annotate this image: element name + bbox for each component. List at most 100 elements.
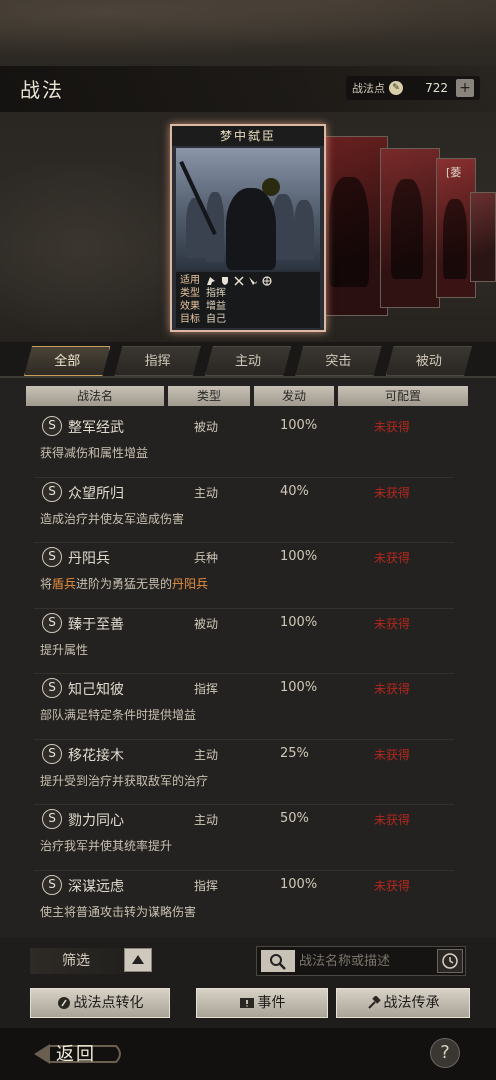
trigger-rate: 100% (280, 876, 318, 892)
search-box (256, 946, 466, 976)
tactic-row[interactable]: S 整军经武 被动 100% 未获得获得减伤和属性增益 (34, 412, 454, 478)
add-points-button[interactable]: + (456, 79, 474, 97)
tactic-row[interactable]: S 丹阳兵 兵种 100% 未获得 将盾兵进阶为勇猛无畏的丹阳兵 (34, 543, 454, 609)
trigger-rate: 100% (280, 418, 318, 433)
featured-tactic-card[interactable]: 梦中弑臣 适用 类型 指挥 效果 增益 目标 自己 (170, 124, 326, 332)
col-header-rate[interactable]: 发动 (254, 386, 334, 406)
trigger-rate: 100% (280, 614, 318, 630)
tactic-type: 兵种 (194, 551, 219, 565)
convert-points-button[interactable]: 战法点转化 (30, 988, 170, 1018)
tactic-description: 使主将普通攻击转为谋略伤害 (40, 904, 197, 919)
obtain-status: 未获得 (374, 682, 411, 696)
obtain-status: 未获得 (374, 420, 411, 434)
trigger-rate: 25% (280, 745, 309, 761)
tactic-row[interactable]: S 臻于至善 被动 100% 未获得 提升属性 (34, 609, 454, 674)
clock-icon (442, 953, 458, 969)
spear-icon (249, 276, 257, 285)
tactic-description: 获得减伤和属性增益 (40, 446, 149, 460)
obtain-status: 未获得 (374, 616, 411, 631)
tactic-type: 指挥 (194, 682, 219, 696)
tab-assault[interactable]: 突击 (295, 346, 381, 376)
featured-card-title: 梦中弑臣 (172, 126, 324, 146)
side-card-tag: [萎 (446, 166, 462, 179)
info-row-effect: 效果 增益 (180, 301, 226, 312)
tactic-row[interactable]: S 勠力同心 主动 50% 未获得治疗我军并使其统率提升 (34, 805, 454, 871)
tactic-name: 整军经武 (68, 420, 124, 436)
points-label: 战法点 (352, 82, 385, 95)
tactic-row[interactable]: S 深谋远虑 指挥 100% 未获得使主将普通攻击转为谋略伤害 (34, 871, 454, 933)
obtain-status: 未获得 (374, 485, 411, 500)
tactic-name: 丹阳兵 (68, 551, 110, 567)
filter-toggle-button[interactable] (124, 948, 152, 972)
tactic-rows[interactable]: S 整军经武 被动 100% 未获得 获得减伤和属性增益 S 众望所归 主动 40% 未获得 造成治疗… (34, 412, 454, 932)
page-title: 战法 (20, 78, 64, 102)
info-row-target: 目标 自己 (180, 314, 226, 325)
filter-label: 筛选 (30, 948, 126, 974)
tactic-card-next-1[interactable] (318, 136, 388, 316)
tactic-point-icon: ✎ (389, 81, 403, 95)
points-value: 722 (425, 81, 448, 95)
info-row-type: 类型 指挥 (180, 288, 226, 299)
tactic-point-icon (57, 997, 70, 1009)
back-button[interactable]: 返回 (32, 1038, 128, 1070)
tactic-description: 提升属性 (40, 642, 89, 657)
tactic-name: 移花接木 (68, 747, 124, 764)
grade-s-badge: S (42, 416, 62, 436)
tactic-type: 主动 (194, 485, 219, 500)
history-button[interactable] (437, 949, 463, 973)
featured-card-info: 适用 类型 指挥 效果 增益 目标 自己 (176, 272, 320, 328)
obtain-status: 未获得 (374, 747, 411, 762)
tactic-name: 勠力同心 (68, 813, 124, 829)
tactic-name: 众望所归 (68, 485, 124, 502)
col-header-configurable[interactable]: 可配置 (338, 386, 468, 406)
obtain-status: 未获得 (374, 813, 411, 827)
tab-passive[interactable]: 被动 (386, 346, 472, 376)
search-button[interactable] (261, 950, 295, 972)
wheel-icon (262, 275, 272, 286)
filter-bar: 筛选 战法点转化 事件 战法传承 (0, 938, 496, 1028)
tactic-description: 提升受到治疗并获取敌军的治疗 (40, 773, 209, 788)
tactic-description: 治疗我军并使其统率提升 (40, 839, 173, 853)
tactic-row[interactable]: S 知己知彼 指挥 100% 未获得 部队满足特定条件时提供增益 (34, 674, 454, 740)
tactic-name: 知己知彼 (68, 682, 124, 698)
tab-active[interactable]: 主动 (205, 346, 291, 376)
tactic-type: 指挥 (194, 878, 219, 893)
tactic-description: 造成治疗并使友军造成伤害 (40, 511, 185, 526)
col-header-type[interactable]: 类型 (168, 386, 250, 406)
tactic-list: 战法名 类型 发动 可配置 S 整军经武 被动 100% 未获得 获得减伤和属性增益 S 众望… (0, 378, 496, 938)
col-header-name[interactable]: 战法名 (26, 386, 164, 406)
tactic-name: 深谋远虑 (68, 878, 124, 895)
cavalry-icon (207, 276, 215, 285)
obtain-status: 未获得 (374, 878, 411, 893)
featured-card-art (176, 148, 320, 270)
tab-command[interactable]: 指挥 (114, 346, 200, 376)
grade-s-badge: S (42, 874, 62, 895)
tab-all[interactable]: 全部 (24, 346, 110, 376)
grade-s-badge: S (42, 481, 62, 502)
inherit-tactic-button[interactable]: 战法传承 (336, 988, 470, 1018)
grade-s-badge: S (42, 809, 62, 829)
search-input[interactable] (299, 947, 435, 975)
tactic-row[interactable]: S 众望所归 主动 40% 未获得造成治疗并使友军造成伤害 (34, 478, 454, 543)
trigger-rate: 100% (280, 549, 318, 564)
trigger-rate: 50% (280, 811, 309, 826)
card-carousel[interactable]: [萎 梦中弑臣 适用 类型 指挥 效果 增益 目标 自己 (0, 112, 496, 342)
tactic-type: 主动 (194, 813, 219, 827)
category-tabs: 全部 指挥 主动 突击 被动 (24, 346, 472, 376)
event-button[interactable]: 事件 (196, 988, 328, 1018)
footer: 返回 ? (0, 1028, 496, 1080)
tactic-type: 被动 (194, 420, 219, 434)
info-row-applies: 适用 (180, 274, 316, 287)
help-button[interactable]: ? (430, 1038, 460, 1068)
tactic-points-box: 战法点 ✎ 722 + (346, 76, 480, 100)
search-icon (270, 954, 286, 970)
grade-s-badge: S (42, 743, 62, 764)
hammer-icon (367, 996, 381, 1009)
tactic-card-next-4[interactable] (470, 192, 496, 282)
trigger-rate: 40% (280, 483, 309, 499)
tactic-type: 被动 (194, 616, 219, 631)
tactic-card-next-2[interactable] (380, 148, 440, 308)
grade-s-badge: S (42, 547, 62, 567)
tactic-row[interactable]: S 移花接木 主动 25% 未获得 提升受到治疗并获取敌军的治疗 (34, 740, 454, 805)
event-icon (239, 998, 254, 1008)
